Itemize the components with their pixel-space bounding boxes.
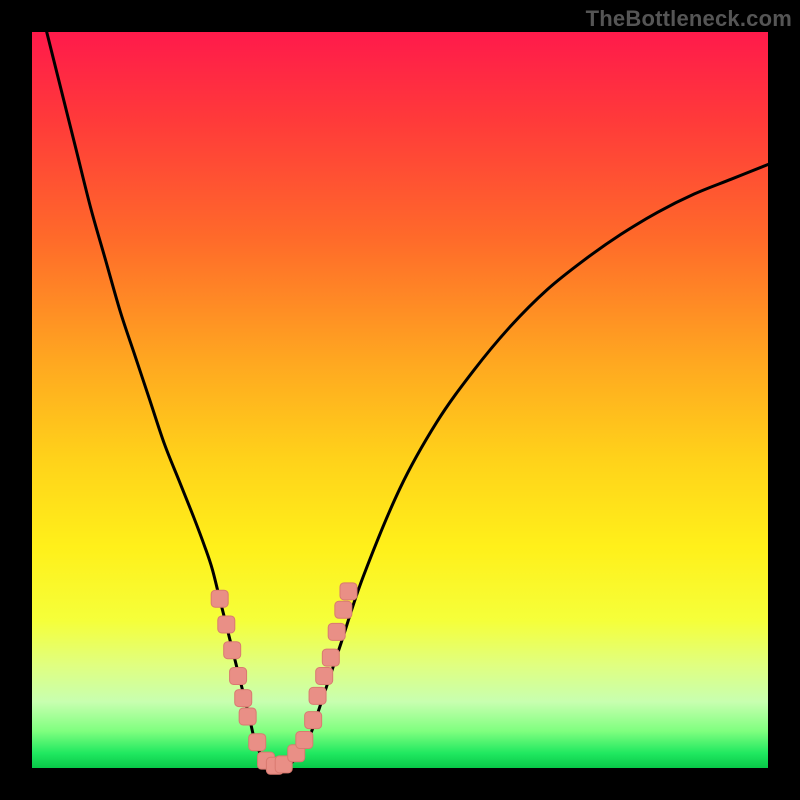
watermark-text: TheBottleneck.com bbox=[586, 6, 792, 32]
chart-stage: TheBottleneck.com bbox=[0, 0, 800, 800]
chart-plot-area bbox=[32, 32, 768, 768]
